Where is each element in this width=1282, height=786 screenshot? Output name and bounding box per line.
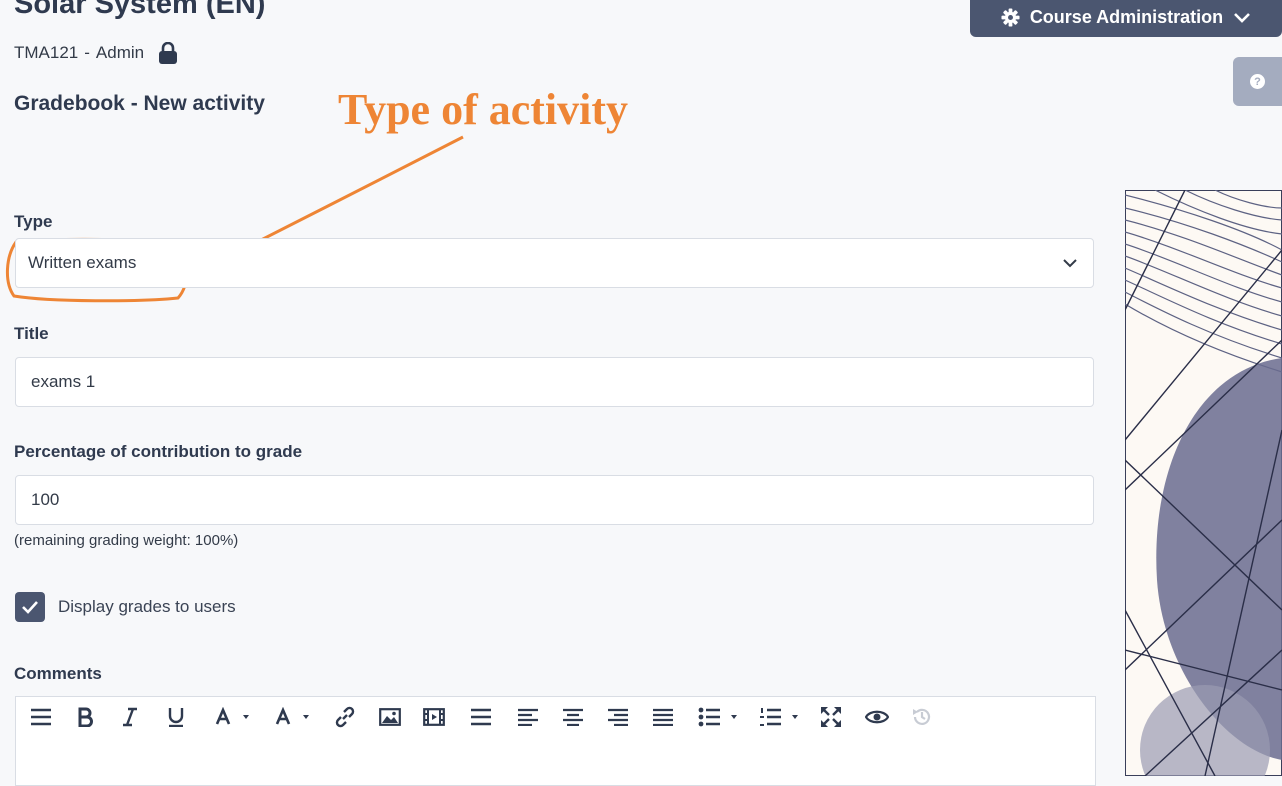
numbered-list-icon[interactable] [759,706,803,728]
percentage-label: Percentage of contribution to grade [14,442,303,461]
align-left-icon[interactable] [517,706,539,728]
italic-icon[interactable] [122,706,138,728]
display-grades-label: Display grades to users [58,597,236,616]
course-code: TMA121 [14,43,79,62]
lock-icon [159,42,178,64]
fullscreen-icon[interactable] [820,706,842,728]
help-button[interactable]: ? [1233,57,1282,106]
type-label: Type [14,212,53,231]
title-input-value: exams 1 [31,372,96,391]
bullet-list-icon[interactable] [698,706,742,728]
page-subtitle: Gradebook - New activity [14,92,265,115]
course-administration-label: Course Administration [1029,7,1224,27]
chevron-down-icon [1234,12,1251,23]
history-icon[interactable] [911,706,933,728]
horizontal-rule-icon[interactable] [470,706,492,728]
link-icon[interactable] [334,706,356,728]
display-grades-checkbox[interactable] [15,592,45,622]
font-color-icon[interactable] [215,706,255,728]
type-select[interactable]: Written exams [15,238,1094,288]
course-administration-button[interactable]: Course Administration [970,0,1282,37]
chevron-down-icon [1063,259,1077,268]
course-title: Solar System (EN) [14,0,266,20]
percentage-input-value: 100 [31,490,60,509]
help-icon: ? [1250,74,1265,89]
type-select-value: Written exams [28,253,137,272]
preview-icon[interactable] [865,706,889,728]
meta-separator: - [84,43,90,62]
align-justify-icon[interactable] [652,706,674,728]
decorative-artwork [1125,190,1282,776]
highlight-color-icon[interactable] [275,706,315,728]
align-center-icon[interactable] [562,706,584,728]
user-role: Admin [95,43,145,62]
image-icon[interactable] [379,706,401,728]
align-right-icon[interactable] [607,706,629,728]
percentage-input[interactable]: 100 [15,475,1094,525]
title-input[interactable]: exams 1 [15,357,1094,407]
comments-label: Comments [14,664,102,683]
menu-icon[interactable] [30,706,52,728]
underline-icon[interactable] [167,706,185,728]
bold-icon[interactable] [77,706,93,728]
check-icon [22,601,38,614]
annotation-text: Type of activity [338,85,629,134]
video-icon[interactable] [423,706,445,728]
display-grades-option[interactable]: Display grades to users [15,592,236,622]
course-meta: TMA121 - Admin [14,42,178,64]
title-label: Title [14,324,49,343]
gear-icon [1001,8,1020,27]
remaining-weight-hint: (remaining grading weight: 100%) [14,532,239,549]
